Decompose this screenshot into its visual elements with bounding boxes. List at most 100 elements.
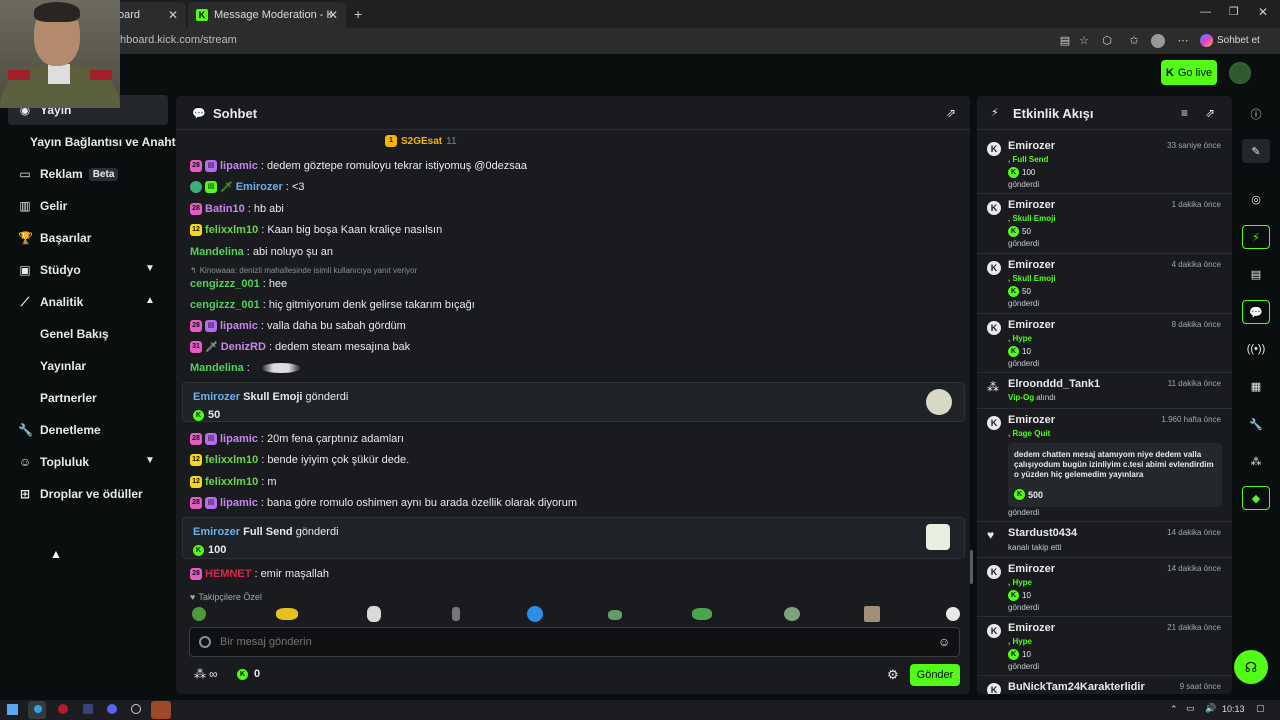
emote-icon[interactable] xyxy=(192,607,206,621)
sidebar-item-studyo[interactable]: ▣ Stüdyo xyxy=(18,261,80,279)
profile-icon[interactable] xyxy=(1151,34,1165,48)
go-live-button[interactable]: K Go live xyxy=(1161,60,1217,85)
event-user[interactable]: BuNickTam24Karakterlidir xyxy=(1008,681,1145,693)
notification-icon[interactable]: ▢ xyxy=(1256,703,1265,714)
sidebar-item-partnerler[interactable]: Partnerler xyxy=(40,391,97,405)
sidebar-item-genel-bakis[interactable]: Genel Bakış xyxy=(40,327,109,341)
queue-icon[interactable]: ▦ xyxy=(1242,374,1270,398)
more-icon[interactable]: ⋯ xyxy=(1176,34,1190,48)
chat-username[interactable]: cengizzz_001 xyxy=(190,299,260,311)
chat-username[interactable]: cengizzz_001 xyxy=(190,278,260,290)
gift-user[interactable]: Emirozer xyxy=(193,391,240,403)
sidebar-item-topluluk[interactable]: ☺ Topluluk xyxy=(18,453,89,471)
avatar[interactable] xyxy=(1229,62,1251,84)
emote-icon[interactable] xyxy=(608,610,622,620)
close-window-icon[interactable]: ✕ xyxy=(1258,5,1268,19)
sidebar-item-basarilar[interactable]: 🏆 Başarılar xyxy=(18,229,91,247)
emote-icon[interactable] xyxy=(784,607,800,621)
network-icon[interactable]: ▭ xyxy=(1186,703,1195,714)
chat-username[interactable]: felixxlm10 xyxy=(205,476,258,488)
event-user[interactable]: Emirozer xyxy=(1008,140,1055,152)
event-user[interactable]: Stardust0434 xyxy=(1008,527,1077,539)
emote-icon[interactable] xyxy=(367,606,381,622)
chevron-down-icon[interactable]: ▼ xyxy=(145,455,155,466)
reply-indicator[interactable]: ↰ Kinowaaa: denizli mahallesinde isimli … xyxy=(190,266,417,275)
favorites-icon[interactable]: ✩ xyxy=(1127,34,1141,48)
event-user[interactable]: Emirozer xyxy=(1008,622,1055,634)
activity-toggle-icon[interactable]: ⚡ xyxy=(1242,225,1270,249)
users-icon[interactable]: ⁂ xyxy=(1242,449,1270,473)
close-tab-icon[interactable]: ✕ xyxy=(328,8,338,22)
chat-username[interactable]: felixxlm10 xyxy=(205,224,258,236)
chevron-up-icon[interactable]: ▲ xyxy=(145,295,155,306)
gift-user[interactable]: Emirozer xyxy=(193,526,240,538)
chat-message-input[interactable] xyxy=(220,633,920,651)
start-icon[interactable] xyxy=(7,704,18,715)
chat-scrollbar[interactable] xyxy=(970,550,973,584)
settings-gear-icon[interactable]: ⚙ xyxy=(887,667,899,683)
popout-icon[interactable]: ⇗ xyxy=(946,106,956,120)
opera-icon[interactable] xyxy=(58,704,68,714)
copilot-button[interactable]: Sohbet et xyxy=(1200,34,1260,47)
kicks-balance[interactable]: K 0 xyxy=(237,668,260,680)
emote-icon[interactable] xyxy=(692,608,712,620)
popout-icon[interactable]: ⇗ xyxy=(1205,106,1215,120)
send-button[interactable]: Gönder xyxy=(910,664,960,686)
emote-icon[interactable] xyxy=(527,606,543,622)
close-tab-icon[interactable]: ✕ xyxy=(168,8,178,22)
chat-username[interactable]: HEMNET xyxy=(205,568,251,580)
emote-icon[interactable] xyxy=(452,607,460,621)
obs-icon[interactable] xyxy=(131,704,141,714)
app-icon[interactable] xyxy=(83,704,93,714)
sidebar-item-analitik[interactable]: ⟋ Analitik xyxy=(18,293,84,311)
chat-username[interactable]: lipamic xyxy=(220,320,258,332)
chat-username[interactable]: Batin10 xyxy=(205,203,245,215)
sidebar-item-droplar[interactable]: ⊞ Droplar ve ödüller xyxy=(18,485,143,503)
wrench-icon[interactable]: 🔧 xyxy=(1242,412,1270,436)
event-user[interactable]: Emirozer xyxy=(1008,259,1055,271)
url-field[interactable]: hboard.kick.com/stream xyxy=(120,34,237,46)
browser-tab-dashboard[interactable]: oard ✕ xyxy=(110,2,186,28)
chat-toggle-icon[interactable]: 💬 xyxy=(1242,300,1270,324)
sidebar-item-gelir[interactable]: ▥ Gelir xyxy=(18,197,67,215)
clock[interactable]: 10:13 xyxy=(1222,704,1245,714)
chat-username[interactable]: Emirozer xyxy=(236,181,283,193)
info-icon[interactable]: ⓘ xyxy=(1242,102,1270,126)
browser-tab-moderation[interactable]: K Message Moderation - Kick Dashb ✕ xyxy=(188,2,346,28)
star-icon[interactable]: ☆ xyxy=(1077,34,1091,48)
broadcast-icon[interactable]: ((•)) xyxy=(1242,337,1270,361)
chat-username[interactable]: lipamic xyxy=(220,433,258,445)
sidebar-item-reklam[interactable]: ▭ Reklam Beta xyxy=(18,165,119,183)
event-user[interactable]: Emirozer xyxy=(1008,414,1055,426)
chat-username[interactable]: Mandelina xyxy=(190,246,244,258)
chevron-down-icon[interactable]: ▼ xyxy=(145,263,155,274)
sidebar-item-denetleme[interactable]: 🔧 Denetleme xyxy=(18,421,101,439)
sidebar-item-stream-key[interactable]: Yayın Bağlantısı ve Anahtarı xyxy=(30,133,190,151)
chat-username[interactable]: DenizRD xyxy=(221,341,266,353)
reader-icon[interactable]: ▤ xyxy=(1058,34,1072,48)
volume-icon[interactable]: 🔊 xyxy=(1205,703,1216,714)
sidebar-item-yayinlar[interactable]: Yayınlar xyxy=(40,359,86,373)
pinned-user[interactable]: S2GEsat xyxy=(401,136,442,147)
emote-icon[interactable] xyxy=(864,606,880,622)
emote-icon[interactable] xyxy=(276,608,298,620)
event-user[interactable]: Emirozer xyxy=(1008,199,1055,211)
gift-toggle-icon[interactable]: ◆ xyxy=(1242,486,1270,510)
extensions-icon[interactable]: ⬡ xyxy=(1100,34,1114,48)
camera-icon[interactable]: ◎ xyxy=(1242,187,1270,211)
support-headset-icon[interactable]: ☊ xyxy=(1234,650,1268,684)
new-tab-icon[interactable]: + xyxy=(354,6,362,22)
filter-icon[interactable]: ≡ xyxy=(1181,106,1188,120)
chat-username[interactable]: lipamic xyxy=(220,497,258,509)
chat-username[interactable]: lipamic xyxy=(220,160,258,172)
event-user[interactable]: Emirozer xyxy=(1008,319,1055,331)
tray-chevron-icon[interactable]: ⌃ xyxy=(1170,704,1178,715)
event-user[interactable]: Emirozer xyxy=(1008,563,1055,575)
emoji-picker-icon[interactable]: ☺ xyxy=(938,635,950,649)
chat-username[interactable]: felixxlm10 xyxy=(205,454,258,466)
discord-icon[interactable] xyxy=(107,704,117,714)
edit-pencil-icon[interactable]: ✎ xyxy=(1242,139,1270,163)
event-user[interactable]: Elroonddd_Tank1 xyxy=(1008,378,1100,390)
maximize-icon[interactable]: ❐ xyxy=(1229,5,1239,18)
minimize-icon[interactable]: — xyxy=(1200,6,1211,18)
